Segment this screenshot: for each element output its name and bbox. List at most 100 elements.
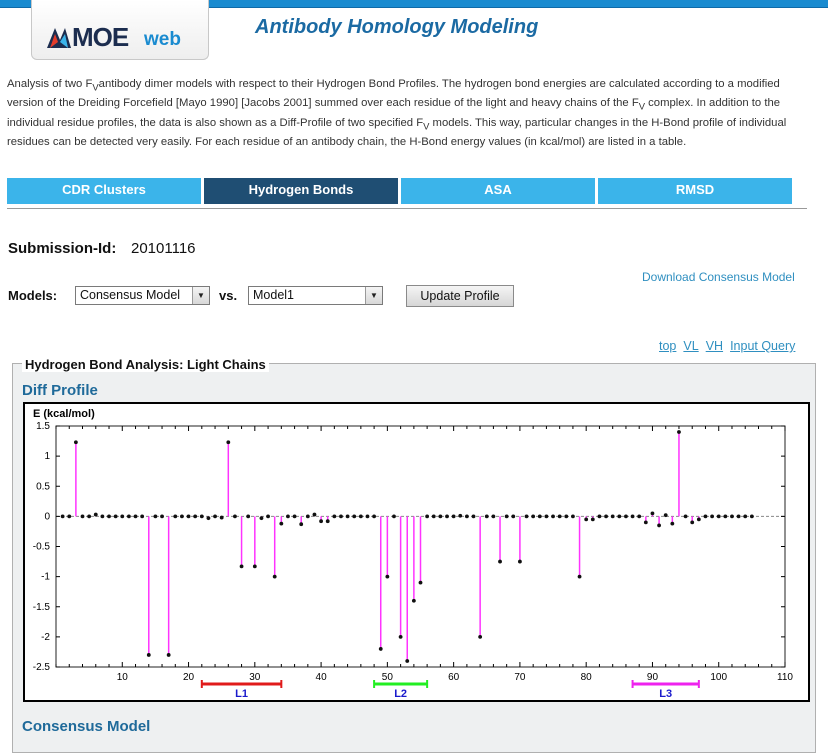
nav-link-vh[interactable]: VH — [706, 339, 723, 353]
data-point — [305, 514, 310, 519]
data-point — [590, 517, 595, 522]
data-point — [736, 514, 741, 519]
data-point — [478, 634, 483, 639]
x-tick-label: 10 — [117, 672, 129, 683]
data-point — [425, 514, 430, 519]
data-point — [60, 514, 65, 519]
data-point — [557, 514, 562, 519]
data-point — [445, 514, 449, 519]
y-tick-label: -1 — [41, 572, 50, 583]
data-point — [87, 514, 92, 519]
data-point — [637, 514, 642, 519]
data-point — [438, 514, 443, 519]
y-tick-label: -1.5 — [33, 602, 51, 613]
data-point — [219, 515, 224, 520]
data-point — [345, 514, 350, 519]
x-tick-label: 70 — [514, 672, 526, 683]
data-point — [259, 516, 264, 521]
data-point — [266, 514, 270, 519]
data-point — [624, 514, 628, 519]
data-point — [703, 514, 708, 519]
page-title: Antibody Homology Modeling — [255, 16, 539, 38]
data-point — [610, 514, 615, 519]
tab-asa[interactable]: ASA — [401, 178, 595, 204]
data-point — [233, 514, 237, 519]
data-point — [670, 521, 675, 526]
y-tick-label: -2 — [41, 632, 50, 643]
data-point — [617, 514, 622, 519]
data-point — [418, 580, 423, 585]
nav-link-vl[interactable]: VL — [683, 339, 698, 353]
data-point — [160, 514, 164, 519]
data-point — [677, 430, 681, 434]
analysis-tabs: CDR Clusters Hydrogen Bonds ASA RMSD — [7, 178, 807, 204]
nav-link-input-query[interactable]: Input Query — [730, 339, 795, 353]
diff-profile-title: Diff Profile — [22, 382, 98, 399]
submission-id-label: Submission-Id: — [8, 240, 117, 257]
data-point — [146, 653, 151, 657]
data-point — [140, 514, 145, 519]
data-point — [551, 514, 555, 519]
data-point — [604, 514, 608, 519]
data-point — [67, 514, 72, 519]
data-point — [431, 514, 436, 519]
data-point — [352, 514, 357, 519]
data-point — [405, 659, 410, 663]
tab-hydrogen-bonds[interactable]: Hydrogen Bonds — [204, 178, 398, 204]
data-point — [133, 514, 138, 519]
data-point — [286, 514, 290, 519]
nav-link-top[interactable]: top — [659, 339, 676, 353]
y-tick-label: 1 — [44, 451, 50, 462]
data-point — [504, 514, 509, 519]
data-point — [80, 514, 85, 519]
tab-rmsd[interactable]: RMSD — [598, 178, 792, 204]
data-point — [716, 514, 721, 519]
data-point — [537, 514, 542, 519]
data-point — [186, 514, 191, 519]
data-point — [319, 519, 323, 524]
model-left-select[interactable]: Consensus Model ▼ — [75, 286, 210, 305]
data-point — [180, 514, 184, 519]
data-point — [173, 514, 178, 519]
data-point — [518, 559, 522, 564]
data-point — [730, 514, 734, 519]
x-tick-label: 40 — [316, 672, 328, 683]
data-point — [484, 514, 489, 519]
download-consensus-model-link[interactable]: Download Consensus Model — [642, 270, 795, 284]
y-tick-label: 0.5 — [36, 481, 50, 492]
update-profile-button[interactable]: Update Profile — [406, 285, 514, 307]
data-point — [372, 514, 377, 519]
data-point — [107, 514, 111, 519]
x-tick-label: 90 — [647, 672, 659, 683]
models-label: Models: — [8, 288, 58, 303]
data-point — [113, 514, 118, 519]
data-point — [100, 514, 105, 519]
moe-web-logo[interactable]: MOE web — [31, 0, 209, 60]
vs-label: vs. — [219, 288, 238, 303]
data-point — [193, 514, 198, 519]
data-point — [206, 516, 211, 521]
y-tick-label: 1.5 — [36, 421, 50, 432]
chevron-down-icon[interactable]: ▼ — [365, 287, 382, 304]
x-tick-label: 50 — [382, 672, 394, 683]
model-right-select[interactable]: Model1 ▼ — [248, 286, 383, 305]
y-tick-label: 0 — [44, 511, 50, 522]
data-point — [325, 519, 330, 524]
data-point — [643, 520, 648, 525]
data-point — [279, 521, 284, 526]
x-tick-label: 80 — [581, 672, 593, 683]
data-point — [365, 514, 370, 519]
data-point — [743, 514, 748, 519]
data-point — [127, 514, 131, 519]
data-point — [630, 514, 635, 519]
chevron-down-icon[interactable]: ▼ — [192, 287, 209, 304]
moe-logo-icon — [47, 28, 71, 48]
data-point — [239, 564, 244, 569]
tabs-divider — [7, 208, 807, 209]
data-point — [471, 514, 476, 519]
data-point — [246, 514, 251, 519]
y-tick-label: -2.5 — [33, 662, 51, 673]
submission-id-value: 20101116 — [131, 240, 196, 257]
tab-cdr-clusters[interactable]: CDR Clusters — [7, 178, 201, 204]
section-nav: top VL VH Input Query — [659, 339, 802, 353]
